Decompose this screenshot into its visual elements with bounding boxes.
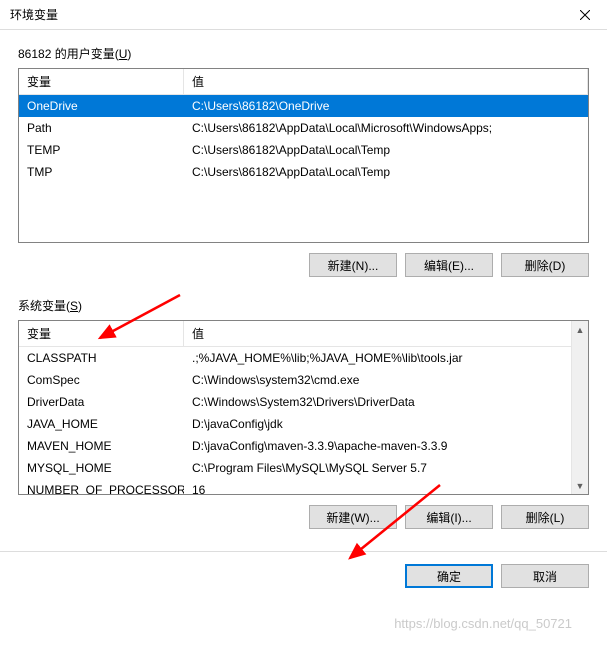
user-vars-label: 86182 的用户变量(U) [18,45,589,62]
var-value: C:\Users\86182\AppData\Local\Microsoft\W… [184,119,588,137]
table-row[interactable]: CLASSPATH.;%JAVA_HOME%\lib;%JAVA_HOME%\l… [19,347,588,369]
var-name: Path [19,119,184,137]
close-button[interactable] [562,0,607,30]
user-new-button[interactable]: 新建(N)... [309,253,397,277]
dialog-buttons: 确定 取消 [0,552,607,600]
system-vars-label: 系统变量(S) [18,297,589,314]
titlebar: 环境变量 [0,0,607,30]
var-name: ComSpec [19,371,184,389]
var-name: CLASSPATH [19,349,184,367]
table-row[interactable]: PathC:\Users\86182\AppData\Local\Microso… [19,117,588,139]
table-row[interactable]: TMPC:\Users\86182\AppData\Local\Temp [19,161,588,183]
var-name: OneDrive [19,97,184,115]
table-row[interactable]: TEMPC:\Users\86182\AppData\Local\Temp [19,139,588,161]
scroll-up-icon[interactable]: ▲ [572,321,588,338]
col-header-value[interactable]: 值 [184,69,588,94]
var-value: 16 [184,481,588,495]
var-value: C:\Windows\System32\Drivers\DriverData [184,393,588,411]
system-vars-table[interactable]: 变量 值 CLASSPATH.;%JAVA_HOME%\lib;%JAVA_HO… [18,320,589,495]
var-value: D:\javaConfig\jdk [184,415,588,433]
var-value: D:\javaConfig\maven-3.3.9\apache-maven-3… [184,437,588,455]
var-name: JAVA_HOME [19,415,184,433]
close-icon [580,10,590,20]
var-value: C:\Windows\system32\cmd.exe [184,371,588,389]
table-row[interactable]: ComSpecC:\Windows\system32\cmd.exe [19,369,588,391]
system-table-body: CLASSPATH.;%JAVA_HOME%\lib;%JAVA_HOME%\l… [19,347,588,495]
user-table-header: 变量 值 [19,69,588,95]
user-delete-button[interactable]: 删除(D) [501,253,589,277]
var-value: C:\Users\86182\AppData\Local\Temp [184,141,588,159]
var-name: MYSQL_HOME [19,459,184,477]
system-buttons-row: 新建(W)... 编辑(I)... 删除(L) [18,505,589,529]
table-row[interactable]: NUMBER_OF_PROCESSORS16 [19,479,588,495]
var-value: C:\Users\86182\AppData\Local\Temp [184,163,588,181]
table-row[interactable]: MYSQL_HOMEC:\Program Files\MySQL\MySQL S… [19,457,588,479]
col-header-name[interactable]: 变量 [19,69,184,94]
user-buttons-row: 新建(N)... 编辑(E)... 删除(D) [18,253,589,277]
user-vars-table[interactable]: 变量 值 OneDriveC:\Users\86182\OneDrivePath… [18,68,589,243]
ok-button[interactable]: 确定 [405,564,493,588]
var-name: TEMP [19,141,184,159]
scrollbar[interactable]: ▲ ▼ [571,321,588,494]
watermark: https://blog.csdn.net/qq_50721 [394,616,572,631]
var-value: C:\Program Files\MySQL\MySQL Server 5.7 [184,459,588,477]
table-row[interactable]: DriverDataC:\Windows\System32\Drivers\Dr… [19,391,588,413]
system-table-header: 变量 值 [19,321,588,347]
system-new-button[interactable]: 新建(W)... [309,505,397,529]
user-table-body: OneDriveC:\Users\86182\OneDrivePathC:\Us… [19,95,588,243]
system-edit-button[interactable]: 编辑(I)... [405,505,493,529]
var-name: MAVEN_HOME [19,437,184,455]
cancel-button[interactable]: 取消 [501,564,589,588]
var-value: C:\Users\86182\OneDrive [184,97,588,115]
var-name: NUMBER_OF_PROCESSORS [19,481,184,495]
table-row[interactable]: JAVA_HOMED:\javaConfig\jdk [19,413,588,435]
user-edit-button[interactable]: 编辑(E)... [405,253,493,277]
table-row[interactable]: OneDriveC:\Users\86182\OneDrive [19,95,588,117]
col-header-value[interactable]: 值 [184,321,588,346]
col-header-name[interactable]: 变量 [19,321,184,346]
table-row[interactable]: MAVEN_HOMED:\javaConfig\maven-3.3.9\apac… [19,435,588,457]
window-title: 环境变量 [10,6,58,23]
system-delete-button[interactable]: 删除(L) [501,505,589,529]
var-name: DriverData [19,393,184,411]
scroll-down-icon[interactable]: ▼ [572,477,588,494]
var-value: .;%JAVA_HOME%\lib;%JAVA_HOME%\lib\tools.… [184,349,588,367]
var-name: TMP [19,163,184,181]
